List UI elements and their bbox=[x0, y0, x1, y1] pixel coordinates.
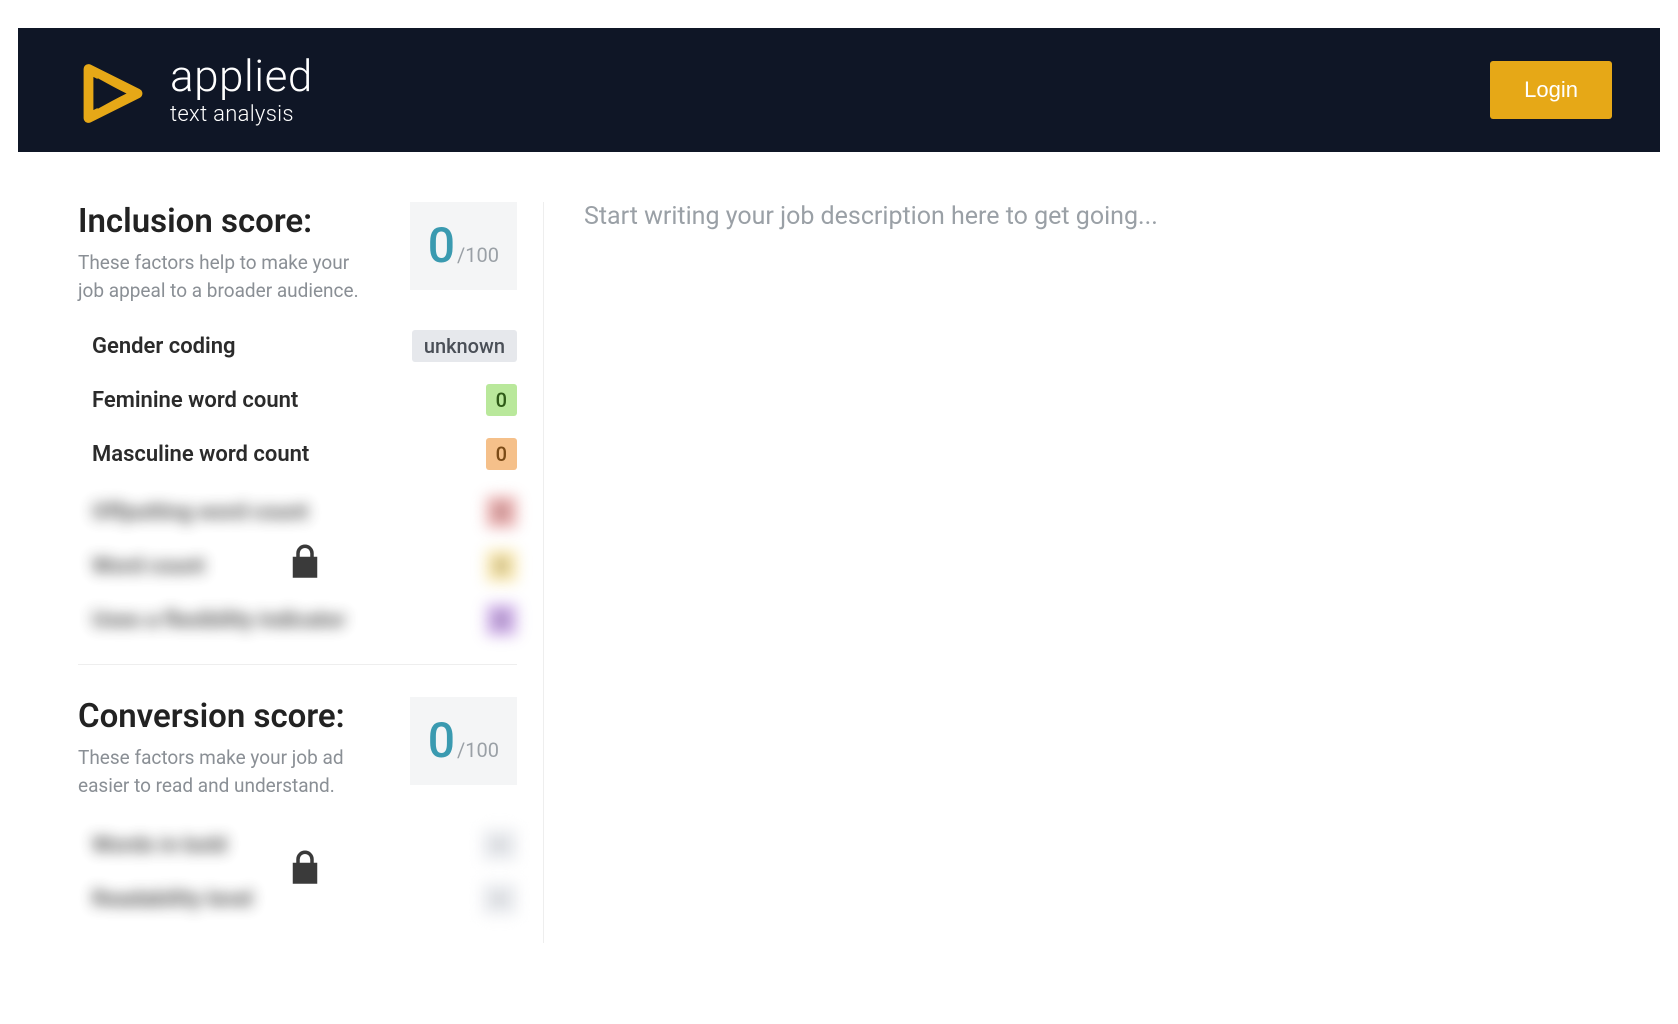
metric-feminine-count: Feminine word count 0 bbox=[92, 384, 517, 416]
metric-value: 0 bbox=[486, 496, 517, 528]
metric-value: 0 bbox=[486, 384, 517, 416]
inclusion-score-title: Inclusion score: bbox=[78, 202, 378, 241]
metric-value: — bbox=[482, 883, 517, 915]
brand-name: applied bbox=[170, 54, 313, 98]
metric-value: 0 bbox=[486, 550, 517, 582]
brand-subtitle: text analysis bbox=[170, 104, 313, 126]
conversion-score-max: /100 bbox=[457, 738, 499, 762]
metric-locked: Offputting word count 0 bbox=[92, 496, 517, 528]
section-divider bbox=[78, 664, 517, 665]
editor-area[interactable]: Start writing your job description here … bbox=[544, 202, 1660, 943]
metric-label: Masculine word count bbox=[92, 442, 309, 467]
metric-label: Feminine word count bbox=[92, 388, 298, 413]
inclusion-score-desc: These factors help to make your job appe… bbox=[78, 249, 378, 304]
metric-masculine-count: Masculine word count 0 bbox=[92, 438, 517, 470]
analysis-sidebar: Inclusion score: These factors help to m… bbox=[18, 202, 544, 943]
app-header: applied text analysis Login bbox=[18, 28, 1660, 152]
inclusion-score-block: Inclusion score: These factors help to m… bbox=[78, 202, 517, 636]
metric-value: — bbox=[482, 829, 517, 861]
metric-gender-coding: Gender coding unknown bbox=[92, 330, 517, 362]
conversion-score-desc: These factors make your job ad easier to… bbox=[78, 744, 378, 799]
editor-placeholder: Start writing your job description here … bbox=[584, 202, 1620, 231]
metric-locked: Word count 0 bbox=[92, 550, 517, 582]
metric-locked: Readability level — bbox=[92, 883, 517, 915]
login-button[interactable]: Login bbox=[1490, 61, 1612, 119]
conversion-score-value: 0 bbox=[428, 717, 455, 765]
metric-label: Gender coding bbox=[92, 334, 236, 359]
metric-label: Word count bbox=[92, 554, 205, 579]
metric-value: unknown bbox=[412, 330, 517, 362]
inclusion-score-value: 0 bbox=[428, 222, 455, 270]
conversion-score-block: Conversion score: These factors make you… bbox=[78, 697, 517, 915]
metric-label: Words in bold bbox=[92, 833, 227, 858]
metric-locked: Uses a flexibility indicator 0 bbox=[92, 604, 517, 636]
metric-label: Offputting word count bbox=[92, 500, 308, 525]
metric-label: Uses a flexibility indicator bbox=[92, 608, 346, 633]
metric-locked: Words in bold — bbox=[92, 829, 517, 861]
triangle-logo-icon bbox=[78, 55, 148, 125]
logo: applied text analysis bbox=[78, 54, 313, 126]
metric-value: 0 bbox=[486, 604, 517, 636]
inclusion-score-max: /100 bbox=[457, 243, 499, 267]
inclusion-locked-metrics[interactable]: Offputting word count 0 Word count 0 Use… bbox=[92, 492, 517, 636]
inclusion-score-box: 0 /100 bbox=[410, 202, 517, 290]
metric-value: 0 bbox=[486, 438, 517, 470]
conversion-score-title: Conversion score: bbox=[78, 697, 378, 736]
conversion-score-box: 0 /100 bbox=[410, 697, 517, 785]
conversion-locked-metrics[interactable]: Words in bold — Readability level — bbox=[92, 825, 517, 915]
metric-label: Readability level bbox=[92, 887, 253, 912]
